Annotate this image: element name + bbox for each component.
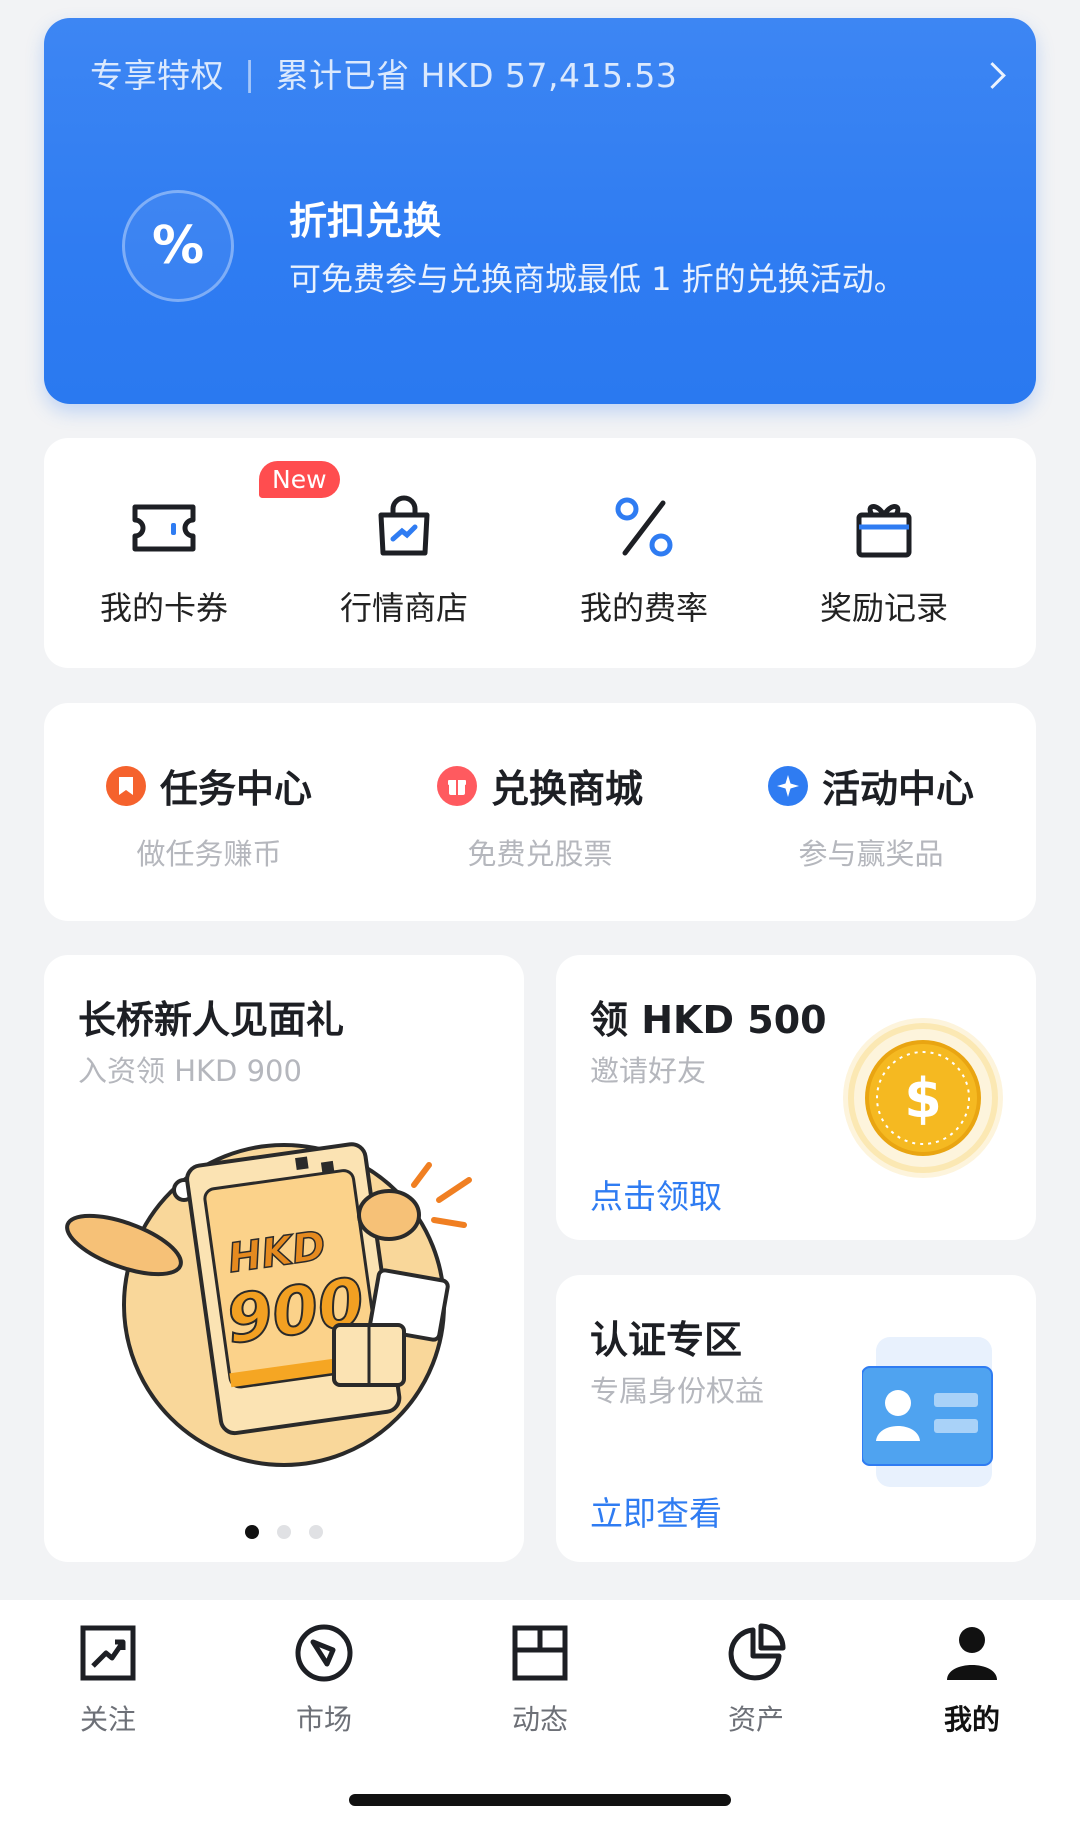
- tab-feed[interactable]: 动态: [432, 1620, 648, 1738]
- activity-center[interactable]: 活动中心 参与赢奖品: [706, 758, 1036, 873]
- tab-label: 资产: [727, 1703, 784, 1736]
- center-title: 任务中心: [159, 767, 312, 811]
- quick-actions-card: New 我的卡券 行情商店 我的费率 奖励记录: [44, 438, 1036, 668]
- tab-assets[interactable]: 资产: [648, 1620, 864, 1738]
- quick-item-label: 奖励记录: [819, 589, 948, 627]
- newcomer-gift-card[interactable]: 长桥新人见面礼 入资领 HKD 900 HKD 900: [44, 955, 524, 1562]
- shopping-bag-icon: [369, 493, 439, 563]
- promo-title: 长桥新人见面礼: [78, 998, 345, 1042]
- privilege-banner[interactable]: 专享特权 | 累计已省 HKD 57,415.53 % 折扣兑换 可免费参与兑换…: [44, 18, 1036, 404]
- invite-subtitle: 邀请好友: [590, 1054, 707, 1088]
- carousel-pager: [44, 1525, 524, 1539]
- tab-label: 市场: [295, 1703, 352, 1736]
- gift-icon: [436, 765, 477, 806]
- dollar-coin-icon: $: [843, 1018, 1003, 1178]
- hkd-900-illustration: HKD 900: [65, 1142, 472, 1467]
- quick-item-label: 我的卡券: [99, 589, 228, 627]
- banner-separator: |: [244, 53, 256, 93]
- quick-item-label: 我的费率: [579, 589, 708, 627]
- pie-chart-icon: [723, 1620, 789, 1686]
- id-card-icon: [862, 1337, 993, 1487]
- quick-item-label: 行情商店: [339, 589, 468, 627]
- svg-text:$: $: [904, 1067, 942, 1130]
- percent-icon: [609, 493, 679, 563]
- verify-title: 认证专区: [590, 1318, 743, 1362]
- coupon-icon: New: [129, 461, 340, 563]
- claim-link[interactable]: 点击领取: [590, 1170, 722, 1218]
- banner-description: 可免费参与兑换商城最低 1 折的兑换活动。: [289, 260, 906, 298]
- view-now-link[interactable]: 立即查看: [590, 1487, 722, 1535]
- compass-icon: [291, 1620, 357, 1686]
- quick-item-coupons[interactable]: New 我的卡券: [44, 461, 340, 629]
- center-subtitle: 免费兑股票: [467, 837, 613, 871]
- pager-dot[interactable]: [277, 1525, 291, 1539]
- center-title: 兑换商城: [490, 767, 643, 811]
- invite-title: 领 HKD 500: [590, 998, 827, 1042]
- banner-left-label: 专享特权: [90, 56, 224, 95]
- pager-dot-active[interactable]: [245, 1525, 259, 1539]
- center-subtitle: 做任务赚币: [136, 837, 282, 871]
- user-icon: [939, 1620, 1005, 1686]
- chevron-right-icon[interactable]: [979, 62, 1006, 89]
- tab-label: 关注: [79, 1703, 136, 1736]
- banner-header: 专享特权 | 累计已省 HKD 57,415.53: [90, 48, 677, 98]
- quick-item-rewards[interactable]: 奖励记录: [764, 493, 1004, 629]
- tab-label: 动态: [511, 1703, 568, 1736]
- percent-circle-icon: %: [122, 190, 234, 302]
- center-subtitle: 参与赢奖品: [798, 837, 944, 871]
- center-title: 活动中心: [821, 767, 974, 811]
- gift-icon: [849, 493, 919, 563]
- tab-label: 我的: [943, 1703, 1000, 1736]
- invite-friends-card[interactable]: 领 HKD 500 邀请好友 点击领取 $: [556, 955, 1036, 1240]
- promo-subtitle: 入资领 HKD 900: [78, 1054, 302, 1088]
- task-center[interactable]: 任务中心 做任务赚币: [44, 758, 374, 873]
- tab-watchlist[interactable]: 关注: [0, 1620, 216, 1738]
- home-indicator[interactable]: [349, 1794, 731, 1806]
- centers-card: 任务中心 做任务赚币 兑换商城 免费兑股票 活动中心 参与赢奖品: [44, 703, 1036, 921]
- sparkle-icon: [767, 765, 808, 806]
- banner-title: 折扣兑换: [289, 199, 442, 243]
- verify-subtitle: 专属身份权益: [590, 1374, 765, 1408]
- bookmark-icon: [105, 765, 146, 806]
- percent-symbol: %: [151, 216, 205, 276]
- savings-total: 累计已省 HKD 57,415.53: [275, 56, 678, 95]
- pager-dot[interactable]: [309, 1525, 323, 1539]
- tab-market[interactable]: 市场: [216, 1620, 432, 1738]
- layout-icon: [507, 1620, 573, 1686]
- tab-me[interactable]: 我的: [864, 1620, 1080, 1738]
- quick-item-fee-rate[interactable]: 我的费率: [524, 493, 764, 629]
- watchlist-icon: [75, 1620, 141, 1686]
- verification-card[interactable]: 认证专区 专属身份权益 立即查看: [556, 1275, 1036, 1562]
- exchange-mall[interactable]: 兑换商城 免费兑股票: [375, 758, 705, 873]
- quick-item-market-store[interactable]: 行情商店: [284, 493, 524, 629]
